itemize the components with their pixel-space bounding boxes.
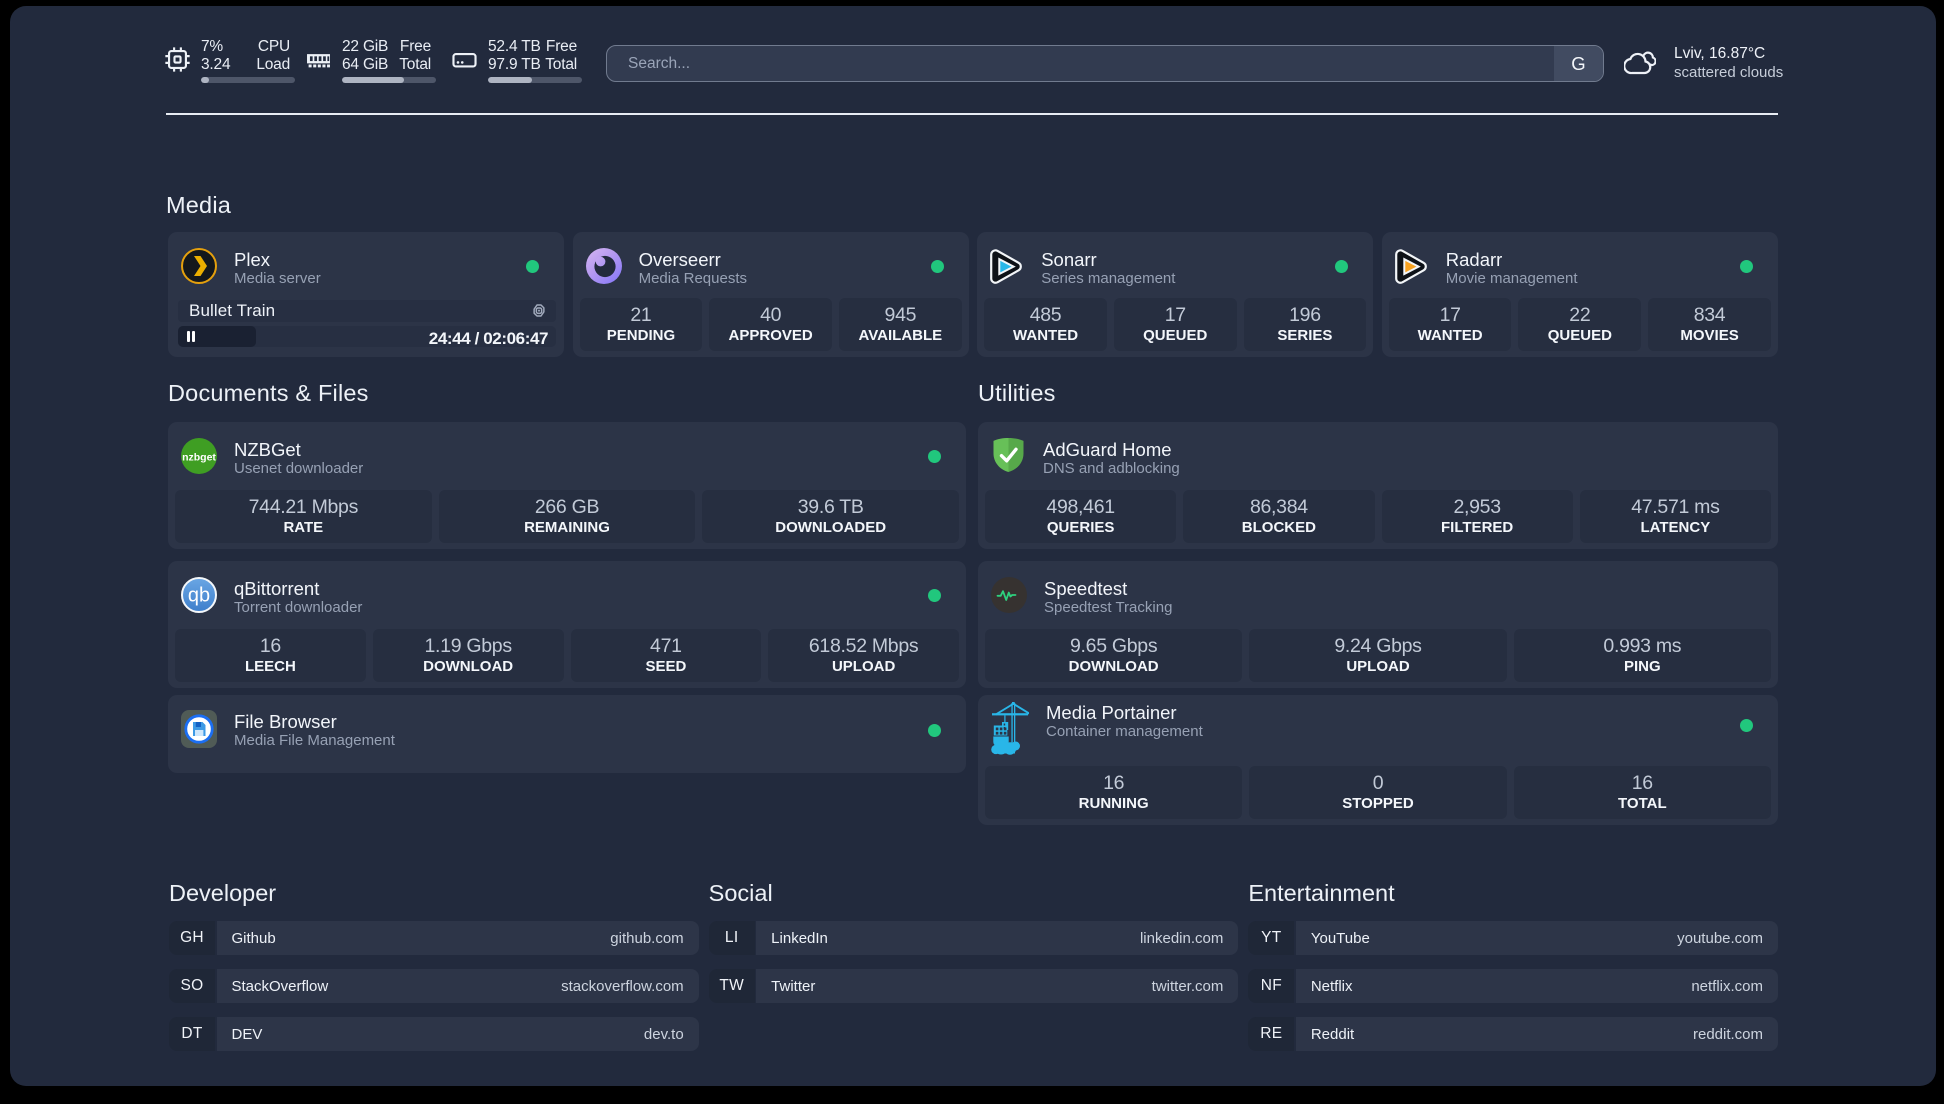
svg-text:nzbget: nzbget <box>182 452 216 464</box>
svg-text:qb: qb <box>188 585 210 607</box>
